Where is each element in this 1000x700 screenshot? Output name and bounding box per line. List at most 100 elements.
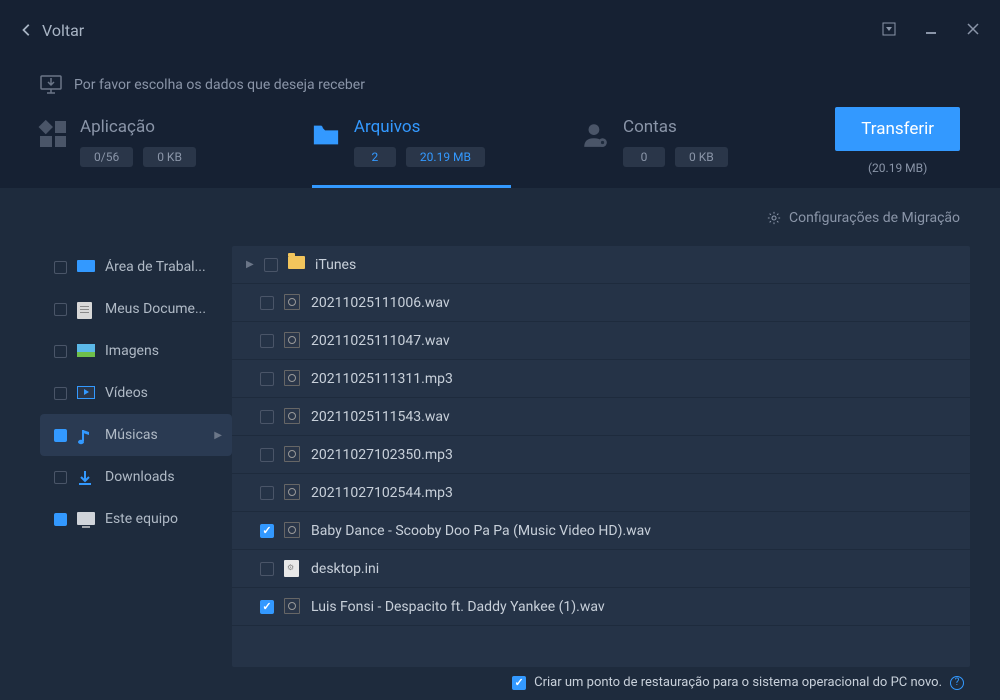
sidebar-item-label: Músicas xyxy=(105,427,204,443)
file-row[interactable]: Baby Dance - Scooby Doo Pa Pa (Music Vid… xyxy=(232,512,970,550)
file-name: 20211025111006.wav xyxy=(311,295,450,311)
file-name: Luis Fonsi - Despacito ft. Daddy Yankee … xyxy=(311,599,605,615)
sidebar-item-music[interactable]: Músicas ▶ xyxy=(40,414,232,456)
checkbox-icon[interactable] xyxy=(264,258,278,272)
file-name: 20211025111311.mp3 xyxy=(311,371,453,387)
sidebar: Área de Trabal... Meus Docume... Imagens Ví… xyxy=(40,246,232,667)
arrow-left-icon xyxy=(20,23,34,37)
instruction-text: Por favor escolha os dados que deseja re… xyxy=(74,77,365,93)
sidebar-item-vid[interactable]: Vídeos xyxy=(40,372,232,414)
folder-icon xyxy=(312,121,340,149)
back-button[interactable]: Voltar xyxy=(20,21,84,40)
sidebar-item-pc[interactable]: Este equipo xyxy=(40,498,232,540)
tab-files-label: Arquivos xyxy=(354,117,485,137)
content-area: Configurações de Migração Área de Trabal… xyxy=(0,188,1000,698)
audio-icon xyxy=(284,522,301,539)
checkbox-icon[interactable] xyxy=(54,387,67,400)
folder-icon xyxy=(288,256,305,273)
file-name: iTunes xyxy=(315,257,356,273)
checkbox-icon[interactable] xyxy=(260,486,274,500)
sidebar-item-desk[interactable]: Área de Trabal... xyxy=(40,246,232,288)
sidebar-item-docs[interactable]: Meus Docume... xyxy=(40,288,232,330)
help-icon[interactable]: ? xyxy=(950,676,964,690)
sidebar-item-label: Área de Trabal... xyxy=(105,259,222,275)
audio-icon xyxy=(284,332,301,349)
gear-icon xyxy=(767,211,781,225)
expand-icon[interactable]: ▶ xyxy=(246,259,254,270)
minimize-icon[interactable] xyxy=(924,21,938,40)
file-row[interactable]: 20211025111543.wav xyxy=(232,398,970,436)
checkbox-icon[interactable] xyxy=(54,513,67,526)
checkbox-icon[interactable] xyxy=(260,600,274,614)
transfer-area: Transferir (20.19 MB) xyxy=(835,107,960,175)
restore-label: Criar um ponto de restauração para o sis… xyxy=(534,675,942,690)
file-name: 20211027102544.mp3 xyxy=(311,485,453,501)
sidebar-item-label: Imagens xyxy=(105,343,222,359)
music-icon xyxy=(77,428,95,442)
desk-icon xyxy=(77,260,95,274)
sidebar-item-label: Este equipo xyxy=(105,511,222,527)
sidebar-item-dl[interactable]: Downloads xyxy=(40,456,232,498)
img-icon xyxy=(77,344,95,358)
file-row[interactable]: 20211025111006.wav xyxy=(232,284,970,322)
restore-checkbox[interactable]: ✓ xyxy=(512,676,526,690)
audio-icon xyxy=(284,446,301,463)
audio-icon xyxy=(284,408,301,425)
tab-accounts-size: 0 KB xyxy=(675,147,728,167)
dl-icon xyxy=(77,470,95,484)
audio-icon xyxy=(284,484,301,501)
checkbox-icon[interactable] xyxy=(54,429,67,442)
tab-files-count: 2 xyxy=(354,147,396,167)
migration-settings-link[interactable]: Configurações de Migração xyxy=(0,188,1000,246)
file-row[interactable]: desktop.ini xyxy=(232,550,970,588)
tab-accounts-count: 0 xyxy=(623,147,665,167)
checkbox-icon[interactable] xyxy=(54,345,67,358)
tab-app-count: 0/56 xyxy=(80,147,133,167)
sidebar-item-label: Downloads xyxy=(105,469,222,485)
file-row[interactable]: 20211027102544.mp3 xyxy=(232,474,970,512)
tab-accounts[interactable]: Contas 0 0 KB xyxy=(581,117,754,188)
file-browser: Área de Trabal... Meus Docume... Imagens Ví… xyxy=(0,246,1000,667)
file-list[interactable]: ▶ iTunes 20211025111006.wav 20211025111047.… xyxy=(232,246,970,667)
checkbox-icon[interactable] xyxy=(54,303,67,316)
file-row[interactable]: 20211025111047.wav xyxy=(232,322,970,360)
file-name: Baby Dance - Scooby Doo Pa Pa (Music Vid… xyxy=(311,523,651,539)
checkbox-icon[interactable] xyxy=(54,471,67,484)
file-row[interactable]: ▶ iTunes xyxy=(232,246,970,284)
footer: ✓ Criar um ponto de restauração para o s… xyxy=(0,667,1000,698)
file-name: desktop.ini xyxy=(311,561,379,577)
file-name: 20211027102350.mp3 xyxy=(311,447,453,463)
tab-files[interactable]: Arquivos 2 20.19 MB xyxy=(312,117,511,188)
window-controls xyxy=(882,21,980,40)
tab-accounts-label: Contas xyxy=(623,117,728,137)
sidebar-item-img[interactable]: Imagens xyxy=(40,330,232,372)
audio-icon xyxy=(284,294,301,311)
checkbox-icon[interactable] xyxy=(260,372,274,386)
transfer-size: (20.19 MB) xyxy=(835,161,960,175)
app-icon xyxy=(40,121,66,147)
checkbox-icon[interactable] xyxy=(260,524,274,538)
account-icon xyxy=(581,121,609,149)
file-row[interactable]: Luis Fonsi - Despacito ft. Daddy Yankee … xyxy=(232,588,970,626)
checkbox-icon[interactable] xyxy=(260,448,274,462)
docs-icon xyxy=(77,302,95,316)
chevron-right-icon: ▶ xyxy=(214,430,222,441)
audio-icon xyxy=(284,598,301,615)
file-row[interactable]: 20211025111311.mp3 xyxy=(232,360,970,398)
migration-settings-label: Configurações de Migração xyxy=(789,210,960,226)
back-label: Voltar xyxy=(42,21,84,40)
tab-files-size: 20.19 MB xyxy=(406,147,485,167)
checkbox-icon[interactable] xyxy=(260,562,274,576)
file-row[interactable]: 20211027102350.mp3 xyxy=(232,436,970,474)
file-name: 20211025111543.wav xyxy=(311,409,450,425)
checkbox-icon[interactable] xyxy=(260,334,274,348)
checkbox-icon[interactable] xyxy=(260,410,274,424)
close-icon[interactable] xyxy=(966,21,980,40)
checkbox-icon[interactable] xyxy=(54,261,67,274)
tab-app-label: Aplicação xyxy=(80,117,196,137)
dropdown-icon[interactable] xyxy=(882,21,896,40)
transfer-button[interactable]: Transferir xyxy=(835,107,960,151)
tabs-row: Aplicação 0/56 0 KB Arquivos 2 20.19 MB … xyxy=(0,117,1000,188)
checkbox-icon[interactable] xyxy=(260,296,274,310)
tab-application[interactable]: Aplicação 0/56 0 KB xyxy=(40,117,222,188)
